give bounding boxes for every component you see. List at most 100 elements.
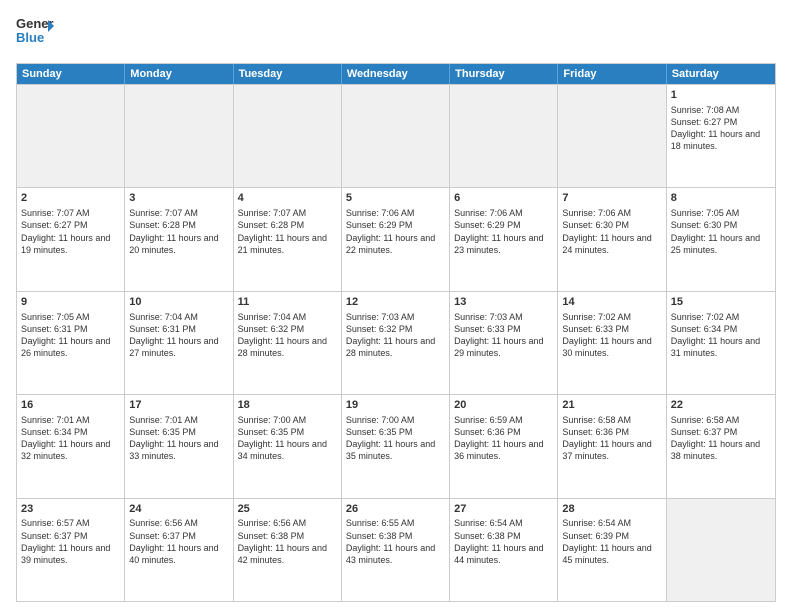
cal-cell: 23Sunrise: 6:57 AM Sunset: 6:37 PM Dayli…: [17, 499, 125, 601]
day-number: 22: [671, 398, 771, 413]
day-info: Sunrise: 7:07 AM Sunset: 6:28 PM Dayligh…: [238, 208, 327, 254]
header-cell-thursday: Thursday: [450, 64, 558, 84]
cal-cell: 1 Sunrise: 7:08 AM Sunset: 6:27 PM Daylig…: [667, 85, 775, 187]
cal-cell: 27Sunrise: 6:54 AM Sunset: 6:38 PM Dayli…: [450, 499, 558, 601]
header-cell-friday: Friday: [558, 64, 666, 84]
day-info: Sunrise: 6:54 AM Sunset: 6:38 PM Dayligh…: [454, 518, 543, 564]
day-number: 14: [562, 295, 661, 310]
cal-cell: 16 Sunrise: 7:01 AM Sunset: 6:34 PM Dayli…: [17, 395, 125, 497]
cal-cell: 2 Sunrise: 7:07 AM Sunset: 6:27 PM Daylig…: [17, 188, 125, 290]
cal-cell: [125, 85, 233, 187]
cal-cell: 18 Sunrise: 7:00 AM Sunset: 6:35 PM Dayli…: [234, 395, 342, 497]
day-info: Sunrise: 7:02 AM Sunset: 6:34 PM Dayligh…: [671, 312, 760, 358]
day-info: Sunrise: 7:04 AM Sunset: 6:32 PM Dayligh…: [238, 312, 327, 358]
day-number: 20: [454, 398, 553, 413]
day-info: Sunrise: 7:05 AM Sunset: 6:30 PM Dayligh…: [671, 208, 760, 254]
day-info: Sunrise: 7:04 AM Sunset: 6:31 PM Dayligh…: [129, 312, 218, 358]
cal-cell: 28Sunrise: 6:54 AM Sunset: 6:39 PM Dayli…: [558, 499, 666, 601]
week-row-0: 1 Sunrise: 7:08 AM Sunset: 6:27 PM Daylig…: [17, 84, 775, 187]
day-number: 4: [238, 191, 337, 206]
svg-text:Blue: Blue: [16, 30, 44, 45]
day-number: 5: [346, 191, 445, 206]
day-info: Sunrise: 7:02 AM Sunset: 6:33 PM Dayligh…: [562, 312, 651, 358]
header-cell-wednesday: Wednesday: [342, 64, 450, 84]
header-cell-tuesday: Tuesday: [234, 64, 342, 84]
header-cell-sunday: Sunday: [17, 64, 125, 84]
day-info: Sunrise: 6:54 AM Sunset: 6:39 PM Dayligh…: [562, 518, 651, 564]
day-info: Sunrise: 7:06 AM Sunset: 6:29 PM Dayligh…: [454, 208, 543, 254]
cal-cell: [234, 85, 342, 187]
logo-icon: General Blue: [16, 12, 54, 50]
day-number: 3: [129, 191, 228, 206]
cal-cell: [342, 85, 450, 187]
cal-cell: 15 Sunrise: 7:02 AM Sunset: 6:34 PM Dayli…: [667, 292, 775, 394]
day-info: Sunrise: 6:58 AM Sunset: 6:37 PM Dayligh…: [671, 415, 760, 461]
cal-cell: 25Sunrise: 6:56 AM Sunset: 6:38 PM Dayli…: [234, 499, 342, 601]
day-number: 1: [671, 88, 771, 103]
cal-cell: 3 Sunrise: 7:07 AM Sunset: 6:28 PM Daylig…: [125, 188, 233, 290]
cal-cell: 14 Sunrise: 7:02 AM Sunset: 6:33 PM Dayli…: [558, 292, 666, 394]
cal-cell: 5 Sunrise: 7:06 AM Sunset: 6:29 PM Daylig…: [342, 188, 450, 290]
cal-cell: 9Sunrise: 7:05 AM Sunset: 6:31 PM Daylig…: [17, 292, 125, 394]
cal-cell: 26Sunrise: 6:55 AM Sunset: 6:38 PM Dayli…: [342, 499, 450, 601]
week-row-4: 23Sunrise: 6:57 AM Sunset: 6:37 PM Dayli…: [17, 498, 775, 601]
day-info: Sunrise: 7:00 AM Sunset: 6:35 PM Dayligh…: [346, 415, 435, 461]
cal-cell: 17Sunrise: 7:01 AM Sunset: 6:35 PM Dayli…: [125, 395, 233, 497]
day-number: 25: [238, 502, 337, 517]
day-number: 16: [21, 398, 120, 413]
cal-cell: [558, 85, 666, 187]
day-info: Sunrise: 6:56 AM Sunset: 6:37 PM Dayligh…: [129, 518, 218, 564]
day-number: 19: [346, 398, 445, 413]
day-number: 7: [562, 191, 661, 206]
day-number: 27: [454, 502, 553, 517]
day-number: 10: [129, 295, 228, 310]
cal-cell: 20 Sunrise: 6:59 AM Sunset: 6:36 PM Dayli…: [450, 395, 558, 497]
day-info: Sunrise: 6:56 AM Sunset: 6:38 PM Dayligh…: [238, 518, 327, 564]
cal-cell: [667, 499, 775, 601]
calendar-header: SundayMondayTuesdayWednesdayThursdayFrid…: [17, 64, 775, 84]
day-info: Sunrise: 7:06 AM Sunset: 6:30 PM Dayligh…: [562, 208, 651, 254]
day-info: Sunrise: 7:00 AM Sunset: 6:35 PM Dayligh…: [238, 415, 327, 461]
cal-cell: [450, 85, 558, 187]
cal-cell: 22 Sunrise: 6:58 AM Sunset: 6:37 PM Dayli…: [667, 395, 775, 497]
logo: General Blue: [16, 12, 54, 55]
day-info: Sunrise: 7:07 AM Sunset: 6:27 PM Dayligh…: [21, 208, 110, 254]
day-info: Sunrise: 6:57 AM Sunset: 6:37 PM Dayligh…: [21, 518, 110, 564]
day-number: 26: [346, 502, 445, 517]
day-number: 23: [21, 502, 120, 517]
calendar-body: 1 Sunrise: 7:08 AM Sunset: 6:27 PM Daylig…: [17, 84, 775, 601]
cal-cell: 11 Sunrise: 7:04 AM Sunset: 6:32 PM Dayli…: [234, 292, 342, 394]
day-number: 18: [238, 398, 337, 413]
day-number: 13: [454, 295, 553, 310]
cal-cell: 13 Sunrise: 7:03 AM Sunset: 6:33 PM Dayli…: [450, 292, 558, 394]
cal-cell: 24Sunrise: 6:56 AM Sunset: 6:37 PM Dayli…: [125, 499, 233, 601]
day-number: 12: [346, 295, 445, 310]
page: General Blue SundayMondayTuesdayWednesda…: [0, 0, 792, 612]
day-info: Sunrise: 6:58 AM Sunset: 6:36 PM Dayligh…: [562, 415, 651, 461]
day-info: Sunrise: 6:55 AM Sunset: 6:38 PM Dayligh…: [346, 518, 435, 564]
day-info: Sunrise: 7:07 AM Sunset: 6:28 PM Dayligh…: [129, 208, 218, 254]
week-row-2: 9Sunrise: 7:05 AM Sunset: 6:31 PM Daylig…: [17, 291, 775, 394]
day-number: 28: [562, 502, 661, 517]
day-number: 15: [671, 295, 771, 310]
cal-cell: 21 Sunrise: 6:58 AM Sunset: 6:36 PM Dayli…: [558, 395, 666, 497]
day-info: Sunrise: 7:06 AM Sunset: 6:29 PM Dayligh…: [346, 208, 435, 254]
day-number: 11: [238, 295, 337, 310]
day-info: Sunrise: 7:03 AM Sunset: 6:32 PM Dayligh…: [346, 312, 435, 358]
cal-cell: 6 Sunrise: 7:06 AM Sunset: 6:29 PM Daylig…: [450, 188, 558, 290]
day-number: 6: [454, 191, 553, 206]
day-info: Sunrise: 7:03 AM Sunset: 6:33 PM Dayligh…: [454, 312, 543, 358]
week-row-3: 16 Sunrise: 7:01 AM Sunset: 6:34 PM Dayli…: [17, 394, 775, 497]
cal-cell: 19 Sunrise: 7:00 AM Sunset: 6:35 PM Dayli…: [342, 395, 450, 497]
day-info: Sunrise: 6:59 AM Sunset: 6:36 PM Dayligh…: [454, 415, 543, 461]
day-info: Sunrise: 7:08 AM Sunset: 6:27 PM Dayligh…: [671, 105, 760, 151]
day-number: 9: [21, 295, 120, 310]
day-info: Sunrise: 7:01 AM Sunset: 6:34 PM Dayligh…: [21, 415, 110, 461]
cal-cell: 12 Sunrise: 7:03 AM Sunset: 6:32 PM Dayli…: [342, 292, 450, 394]
day-number: 17: [129, 398, 228, 413]
day-number: 21: [562, 398, 661, 413]
day-number: 2: [21, 191, 120, 206]
week-row-1: 2 Sunrise: 7:07 AM Sunset: 6:27 PM Daylig…: [17, 187, 775, 290]
header-cell-saturday: Saturday: [667, 64, 775, 84]
cal-cell: [17, 85, 125, 187]
